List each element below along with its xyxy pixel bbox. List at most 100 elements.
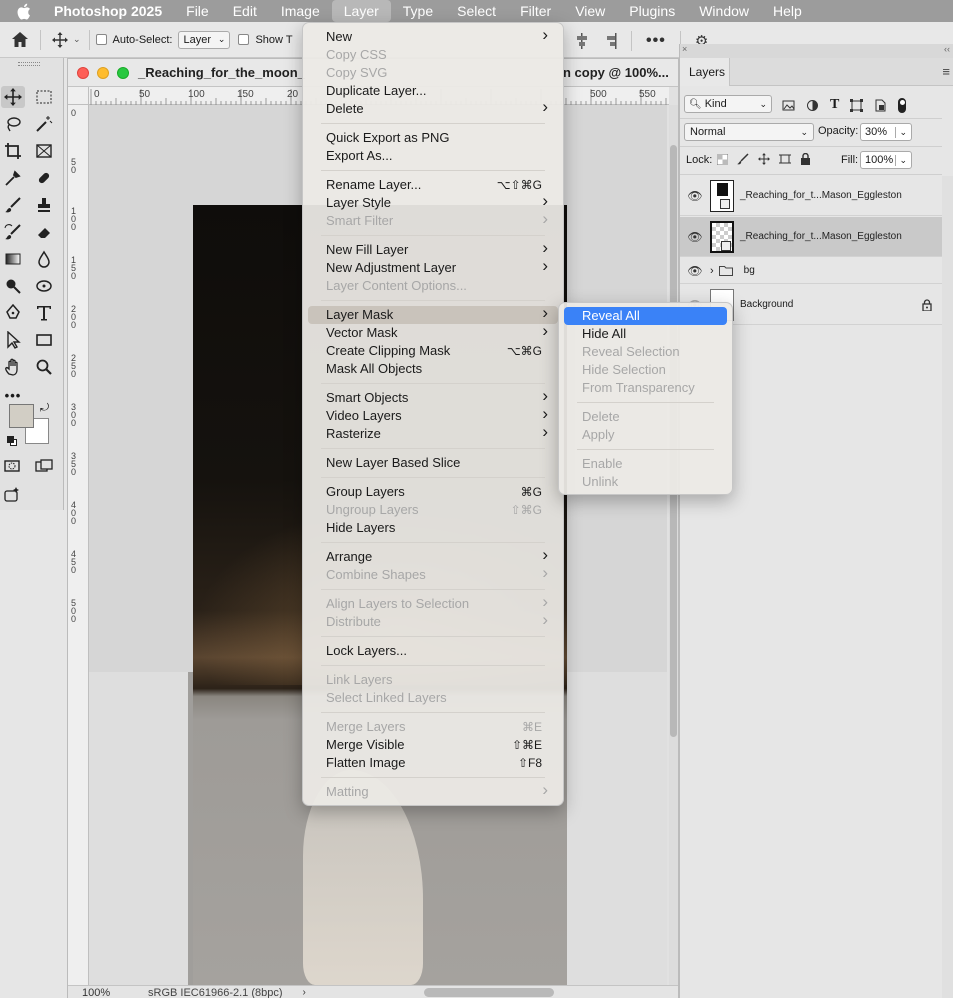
menu-type[interactable]: Type xyxy=(391,0,445,22)
menu-item-lock-layers[interactable]: Lock Layers... xyxy=(308,642,558,660)
menu-item-video-layers[interactable]: Video Layers › xyxy=(308,405,558,425)
brush-tool[interactable] xyxy=(1,194,25,216)
layers-scroll-track[interactable] xyxy=(942,176,953,998)
menu-item-vector-mask[interactable]: Vector Mask › xyxy=(308,322,558,342)
menu-plugins[interactable]: Plugins xyxy=(617,0,687,22)
chevron-right-icon[interactable]: › xyxy=(710,265,714,277)
move-tool[interactable] xyxy=(1,86,25,108)
close-window-button[interactable] xyxy=(77,67,89,79)
auto-select-dropdown[interactable]: Layer ⌄ xyxy=(178,30,231,49)
menu-item-create-clipping-mask[interactable]: Create Clipping Mask ⌥⌘G xyxy=(308,342,558,360)
visibility-eye-icon[interactable]: 👁︎ xyxy=(680,230,710,244)
menu-item-rasterize[interactable]: Rasterize › xyxy=(308,423,558,443)
menu-select[interactable]: Select xyxy=(445,0,508,22)
menu-item-new-fill-layer[interactable]: New Fill Layer › xyxy=(308,239,558,259)
home-icon[interactable] xyxy=(0,31,40,48)
panel-menu-icon[interactable]: ≡ xyxy=(942,64,950,79)
close-panel-icon[interactable]: × xyxy=(682,44,687,54)
menu-item-rename-layer[interactable]: Rename Layer... ⌥⇧⌘G xyxy=(308,176,558,194)
layer-name[interactable]: _Reaching_for_t...Mason_Eggleston xyxy=(740,231,902,242)
minimize-window-button[interactable] xyxy=(97,67,109,79)
opacity-input[interactable]: 30% ⌄ xyxy=(860,123,912,141)
type-tool[interactable] xyxy=(32,302,56,324)
menu-window[interactable]: Window xyxy=(687,0,761,22)
submenu-item-hide-all[interactable]: Hide All xyxy=(564,325,727,343)
filter-kind-dropdown[interactable]: 🔍︎ Kind ⌄ xyxy=(684,95,772,113)
menu-item-smart-objects[interactable]: Smart Objects › xyxy=(308,387,558,407)
menu-layer[interactable]: Layer xyxy=(331,0,391,22)
rectangle-tool[interactable] xyxy=(32,329,56,351)
tab-layers[interactable]: Layers xyxy=(680,58,730,86)
menu-item-mask-all-objects[interactable]: Mask All Objects xyxy=(308,360,558,378)
clone-stamp-tool[interactable] xyxy=(32,194,56,216)
menu-image[interactable]: Image xyxy=(269,0,332,22)
menu-filter[interactable]: Filter xyxy=(508,0,563,22)
color-profile[interactable]: sRGB IEC61966-2.1 (8bpc) xyxy=(148,987,283,998)
filter-pixel-icon[interactable] xyxy=(782,99,795,112)
show-transform-checkbox[interactable] xyxy=(238,34,250,45)
filter-type-icon[interactable]: T xyxy=(830,97,839,113)
menu-app[interactable]: Photoshop 2025 xyxy=(46,0,174,22)
history-brush-tool[interactable] xyxy=(1,221,25,243)
blend-mode-dropdown[interactable]: Normal ⌄ xyxy=(684,123,814,141)
menu-item-arrange[interactable]: Arrange › xyxy=(308,546,558,566)
collapse-panel-icon[interactable]: ‹‹ xyxy=(944,44,950,54)
menu-item-new-layer-based-slice[interactable]: New Layer Based Slice xyxy=(308,454,558,472)
menu-file[interactable]: File xyxy=(174,0,221,22)
horizontal-scroll-thumb[interactable] xyxy=(424,988,554,997)
chevron-down-icon[interactable]: ⌄ xyxy=(73,34,81,45)
zoom-level[interactable]: 100% xyxy=(82,987,142,998)
toolbar-grip[interactable] xyxy=(18,62,40,66)
lock-artboard-icon[interactable] xyxy=(779,153,791,165)
frame-tool[interactable] xyxy=(32,140,56,162)
zoom-tool[interactable] xyxy=(32,356,56,378)
chevron-right-icon[interactable]: › xyxy=(303,987,306,998)
screen-mode-icon[interactable] xyxy=(32,455,56,477)
dodge-tool[interactable] xyxy=(1,275,25,297)
menu-item-group-layers[interactable]: Group Layers ⌘G xyxy=(308,483,558,501)
chevron-down-icon[interactable]: ⌄ xyxy=(895,154,907,166)
sponge-tool[interactable] xyxy=(32,275,56,297)
menu-item-new-adjustment-layer[interactable]: New Adjustment Layer › xyxy=(308,257,558,277)
ruler-origin[interactable] xyxy=(68,87,89,105)
pen-tool[interactable] xyxy=(1,302,25,324)
menu-view[interactable]: View xyxy=(563,0,617,22)
menu-item-quick-export-as-png[interactable]: Quick Export as PNG xyxy=(308,129,558,147)
layer-row[interactable]: 👁︎ _Reaching_for_t...Mason_Eggleston xyxy=(680,176,942,216)
lasso-tool[interactable] xyxy=(1,113,25,135)
more-options-icon[interactable]: ••• xyxy=(646,32,666,50)
filter-toggle[interactable] xyxy=(898,97,907,113)
generative-fill-icon[interactable] xyxy=(0,484,24,506)
magic-wand-tool[interactable] xyxy=(32,113,56,135)
layer-name[interactable]: bg xyxy=(744,265,755,276)
zoom-window-button[interactable] xyxy=(117,67,129,79)
blur-tool[interactable] xyxy=(32,248,56,270)
submenu-item-reveal-all[interactable]: Reveal All xyxy=(564,307,727,325)
foreground-color-swatch[interactable] xyxy=(9,404,34,428)
menu-help[interactable]: Help xyxy=(761,0,814,22)
lock-all-icon[interactable] xyxy=(800,153,811,165)
filter-adjustment-icon[interactable] xyxy=(806,99,819,112)
lock-image-icon[interactable] xyxy=(737,153,749,165)
filter-shape-icon[interactable] xyxy=(850,98,864,112)
more-tools-icon[interactable]: ••• xyxy=(1,384,25,406)
menu-edit[interactable]: Edit xyxy=(221,0,269,22)
menu-item-layer-style[interactable]: Layer Style › xyxy=(308,192,558,212)
eyedropper-tool[interactable] xyxy=(1,167,25,189)
vertical-ruler[interactable]: 0 5 0 1 0 0 1 5 0 2 0 0 2 5 0 3 0 0 3 5 0 4 0 0 4… xyxy=(68,105,89,985)
visibility-eye-icon[interactable]: 👁︎ xyxy=(680,189,710,203)
crop-tool[interactable] xyxy=(1,140,25,162)
menu-item-delete[interactable]: Delete › xyxy=(308,98,558,118)
eraser-tool[interactable] xyxy=(32,221,56,243)
default-colors-icon[interactable] xyxy=(7,436,17,446)
visibility-eye-icon[interactable]: 👁︎ xyxy=(680,264,710,278)
layer-group-row[interactable]: 👁︎ › bg xyxy=(680,258,942,284)
layer-name[interactable]: _Reaching_for_t...Mason_Eggleston xyxy=(740,190,902,201)
align-center-icon[interactable] xyxy=(575,33,589,49)
path-selection-tool[interactable] xyxy=(1,329,25,351)
gradient-tool[interactable] xyxy=(1,248,25,270)
filter-smart-object-icon[interactable] xyxy=(874,99,887,112)
swap-colors-icon[interactable]: ⤾ xyxy=(40,402,49,415)
marquee-tool[interactable] xyxy=(32,86,56,108)
auto-select-checkbox[interactable] xyxy=(95,34,107,45)
